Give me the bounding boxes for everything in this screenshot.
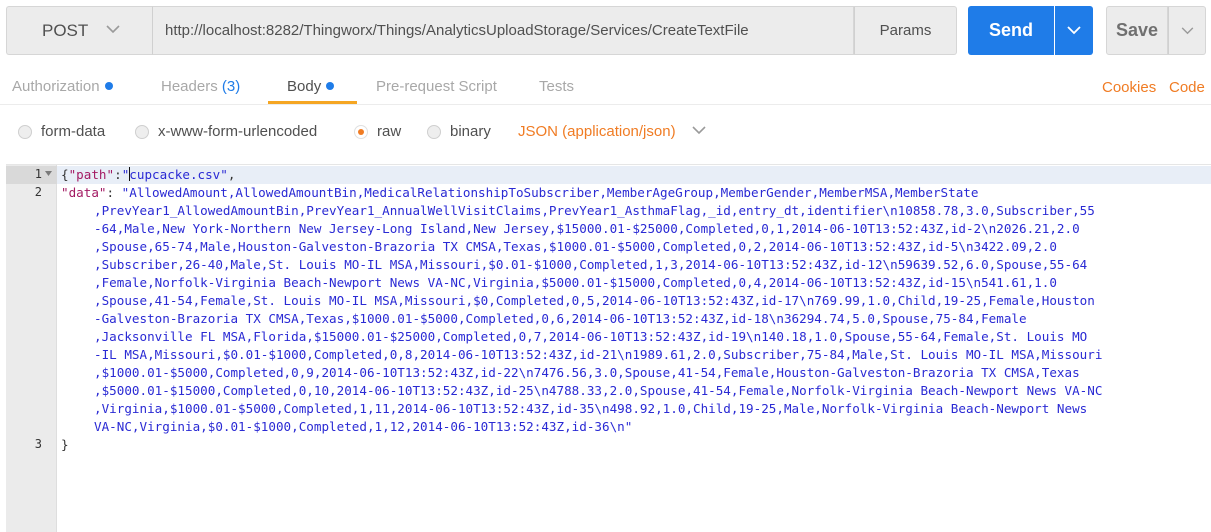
wrapped-line: -Galveston-Brazoria TX CMSA,Texas,$1000.… [94, 311, 1027, 326]
tab-body[interactable]: Body [287, 78, 335, 95]
tab-label: Pre-request Script [376, 78, 497, 95]
wrapped-line: ,$5000.01-$15000,Completed,0,10,2014-06-… [94, 383, 1103, 398]
tab-label: Tests [539, 78, 575, 95]
editor-content[interactable]: {"path":"cupcacke.csv", "data": "Allowed… [61, 166, 1201, 454]
code-link[interactable]: Code [1169, 79, 1205, 96]
method-label: POST [42, 20, 89, 40]
tab-label: Headers [161, 78, 218, 95]
wrapped-line: -64,Male,New York-Northern New Jersey-Lo… [94, 221, 1080, 236]
send-label: Send [988, 20, 1033, 40]
radio-circle[interactable] [135, 124, 149, 139]
tab-label: Body [287, 78, 322, 95]
headers-count: (3) [221, 78, 241, 95]
line-number: 1 [34, 167, 42, 181]
save-dropdown-button[interactable] [1168, 6, 1206, 55]
wrapped-line: ,Jacksonville FL MSA,Florida,$15000.01-$… [94, 329, 1088, 344]
save-label: Save [1115, 20, 1159, 40]
json-string: "AllowedAmount,AllowedAmountBin,MedicalR… [121, 185, 979, 200]
wrapped-line: ,PrevYear1_AllowedAmountBin,PrevYear1_An… [94, 203, 1095, 218]
wrapped-line: -IL MSA,Missouri,$0.01-$1000,Completed,0… [94, 347, 1103, 362]
chevron-down-icon [1067, 26, 1081, 35]
line-number: 2 [34, 185, 42, 199]
radio-circle[interactable] [427, 124, 441, 139]
code-line-2: "data": "AllowedAmount,AllowedAmountBin,… [61, 185, 979, 200]
radio-label: form-data [41, 123, 106, 140]
tab-pre-request-script[interactable]: Pre-request Script [376, 78, 497, 95]
radio-circle-selected[interactable] [354, 124, 368, 139]
wrapped-line: ,Spouse,41-54,Female,St. Louis MO-IL MSA… [94, 293, 1095, 308]
editor-gutter [6, 165, 57, 532]
tab-label: Authorization [12, 78, 100, 95]
wrapped-line: VA-NC,Virginia,$0.01-$1000,Completed,1,1… [94, 419, 633, 434]
wrapped-line: ,Subscriber,26-40,Male,St. Louis MO-IL M… [94, 257, 1088, 272]
wrapped-line: ,$1000.01-$5000,Completed,0,9,2014-06-10… [94, 365, 1080, 380]
params-label: Params [879, 22, 932, 39]
url-input[interactable]: http://localhost:8282/Thingworx/Things/A… [152, 6, 854, 55]
save-button[interactable]: Save [1106, 6, 1168, 55]
radio-label: binary [450, 123, 491, 140]
radio-label: x-www-form-urlencoded [158, 123, 318, 140]
status-dot-icon [326, 82, 335, 90]
tab-headers[interactable]: Headers (3) [161, 78, 240, 95]
status-dot-icon [104, 82, 113, 90]
radio-form-data[interactable]: form-data [18, 123, 105, 140]
json-key: "data" [61, 185, 107, 200]
json-string: cupcacke.csv" [129, 167, 228, 182]
wrapped-line: ,Spouse,65-74,Male,Houston-Galveston-Bra… [94, 239, 1057, 254]
chevron-down-icon [106, 25, 120, 34]
tab-tests[interactable]: Tests [539, 78, 574, 95]
radio-circle[interactable] [18, 124, 32, 139]
cookies-link[interactable]: Cookies [1102, 79, 1156, 96]
method-select[interactable]: POST [6, 6, 152, 55]
content-type-select[interactable]: JSON (application/json) [518, 123, 676, 140]
json-key: "path" [68, 167, 115, 182]
code-line-1: {"path":"cupcacke.csv", [61, 167, 236, 182]
tab-authorization[interactable]: Authorization [12, 78, 113, 95]
radio-x-www-form-urlencoded[interactable]: x-www-form-urlencoded [135, 123, 317, 140]
chevron-down-icon [1181, 26, 1193, 34]
code-line-3: } [61, 437, 69, 452]
radio-raw[interactable]: raw [354, 123, 401, 140]
params-button[interactable]: Params [854, 6, 957, 55]
code-editor[interactable]: 1 2 3 {"path":"cupcacke.csv", "data": "A… [6, 164, 1211, 532]
wrapped-line: ,Female,Norfolk-Virginia Beach-Newport N… [94, 275, 1057, 290]
send-dropdown-button[interactable] [1055, 6, 1093, 55]
line-number: 3 [34, 437, 42, 451]
radio-label: raw [377, 123, 402, 140]
radio-binary[interactable]: binary [427, 123, 491, 140]
send-button[interactable]: Send [968, 6, 1054, 55]
url-text: http://localhost:8282/Thingworx/Things/A… [165, 22, 749, 39]
fold-arrow-icon[interactable] [45, 171, 52, 176]
tabs-divider [0, 104, 1211, 105]
wrapped-line: ,Virginia,$1000.01-$5000,Completed,1,11,… [94, 401, 1088, 416]
chevron-down-icon[interactable] [692, 126, 706, 135]
